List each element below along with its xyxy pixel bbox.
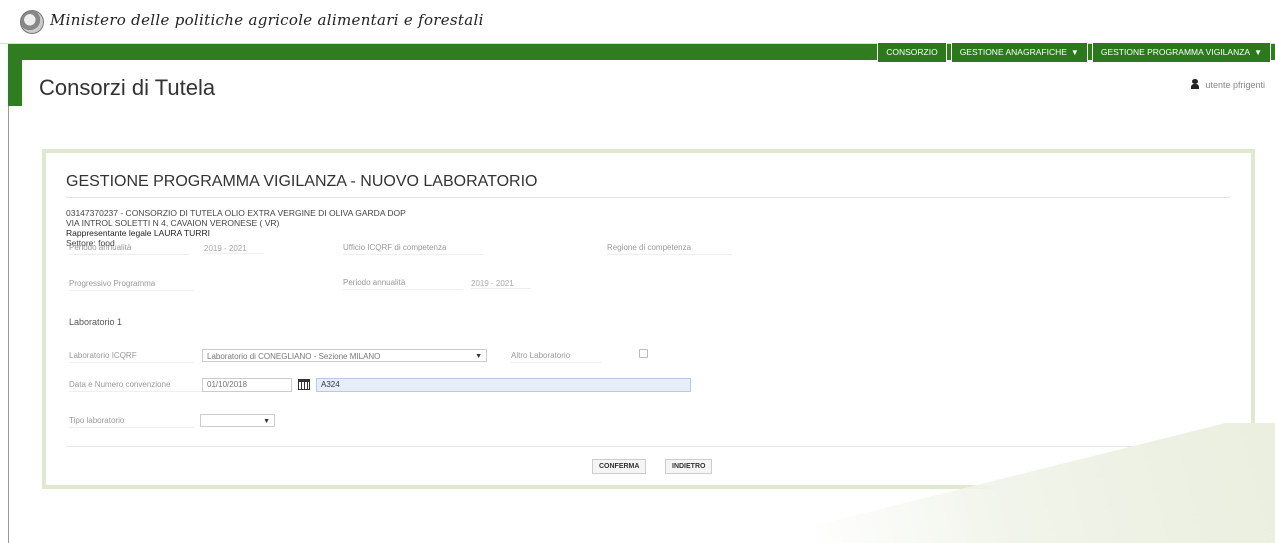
republic-emblem-icon bbox=[20, 10, 44, 34]
progressivo-label: Progressivo Programma bbox=[69, 279, 194, 291]
data-numero-label: Data e Numero convenzione bbox=[69, 380, 202, 392]
consortium-address: VIA INTROL SOLETTI N 4, CAVAION VERONESE… bbox=[66, 218, 280, 228]
menu-item-consorzio[interactable]: CONSORZIO bbox=[877, 43, 947, 62]
consortium-name: 03147370237 - CONSORZIO DI TUTELA OLIO E… bbox=[66, 208, 406, 218]
lab-section-title: Laboratorio 1 bbox=[69, 317, 123, 327]
periodo-label: Periodo annualità bbox=[69, 243, 189, 255]
periodo2-label: Periodo annualità bbox=[343, 278, 463, 290]
top-bar: Ministero delle politiche agricole alime… bbox=[0, 0, 1275, 44]
main-menu: CONSORZIO GESTIONE ANAGRAFICHE ▼ GESTIONE… bbox=[873, 43, 1271, 62]
numero-convenzione-input[interactable]: A324 bbox=[316, 378, 691, 392]
chevron-down-icon: ▼ bbox=[475, 353, 482, 360]
regione-label: Regione di competenza bbox=[607, 243, 732, 255]
caret-down-icon: ▼ bbox=[1254, 48, 1262, 57]
user-name: utente pfrigenti bbox=[1205, 80, 1265, 90]
ministry-name: Ministero delle politiche agricole alime… bbox=[50, 11, 484, 29]
tipo-lab-label: Tipo laboratorio bbox=[69, 416, 194, 428]
lab-icqrf-select[interactable]: Laboratorio di CONEGLIANO - Sezione MILA… bbox=[202, 349, 487, 362]
left-border-line bbox=[8, 106, 9, 543]
ufficio-label: Ufficio ICQRF di competenza bbox=[343, 243, 483, 255]
lab-icqrf-label: Laboratorio ICQRF bbox=[69, 351, 194, 363]
background-swoosh bbox=[815, 423, 1275, 543]
caret-down-icon: ▼ bbox=[1070, 48, 1079, 57]
calendar-icon[interactable] bbox=[298, 379, 310, 390]
legal-representative: Rappresentante legale LAURA TURRI bbox=[66, 228, 210, 238]
periodo-value: 2019 - 2021 bbox=[204, 244, 264, 254]
user-icon bbox=[1191, 79, 1200, 89]
chevron-down-icon: ▼ bbox=[263, 418, 270, 425]
green-side-accent bbox=[8, 44, 22, 106]
confirm-button[interactable]: CONFERMA bbox=[592, 459, 647, 474]
periodo2-value: 2019 - 2021 bbox=[471, 279, 531, 289]
user-menu[interactable]: utente pfrigenti bbox=[1191, 79, 1265, 90]
page-title: Consorzi di Tutela bbox=[39, 75, 216, 100]
menu-item-gestione-anagrafiche[interactable]: GESTIONE ANAGRAFICHE ▼ bbox=[950, 43, 1088, 62]
data-convenzione-input[interactable]: 01/10/2018 bbox=[202, 378, 292, 392]
back-button[interactable]: INDIETRO bbox=[665, 459, 713, 474]
tipo-lab-select[interactable]: ▼ bbox=[200, 414, 275, 427]
menu-item-gestione-programma-vigilanza[interactable]: GESTIONE PROGRAMMA VIGILANZA ▼ bbox=[1091, 43, 1271, 62]
altro-lab-label: Altro Laboratorio bbox=[511, 351, 601, 363]
consortium-info: 03147370237 - CONSORZIO DI TUTELA OLIO E… bbox=[66, 208, 1230, 248]
panel-title: GESTIONE PROGRAMMA VIGILANZA - NUOVO LAB… bbox=[66, 173, 1230, 198]
altro-lab-checkbox[interactable] bbox=[639, 349, 648, 358]
